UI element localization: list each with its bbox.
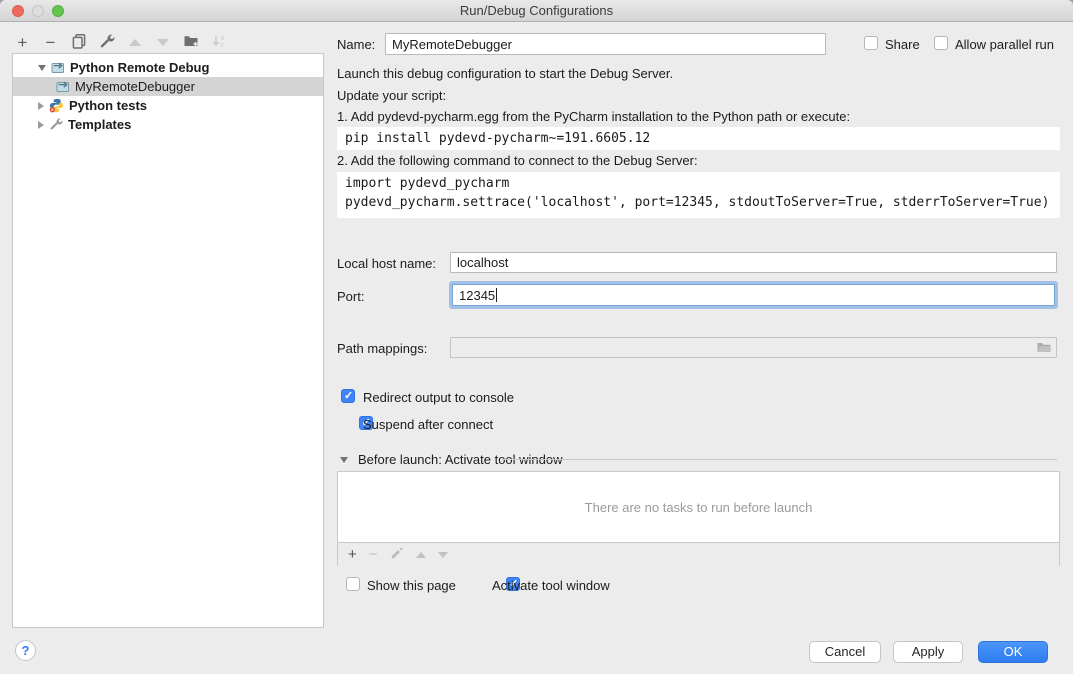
cancel-button[interactable]: Cancel — [809, 641, 881, 663]
share-label: Share — [885, 37, 920, 52]
no-tasks-message: There are no tasks to run before launch — [338, 472, 1059, 542]
port-label: Port: — [337, 289, 364, 304]
window-title: Run/Debug Configurations — [0, 3, 1073, 18]
collapsed-arrow-icon[interactable] — [38, 102, 44, 110]
minus-icon: − — [46, 34, 56, 51]
collapsed-arrow-icon[interactable] — [38, 121, 44, 129]
move-up-button — [126, 34, 143, 51]
share-checkbox[interactable] — [864, 36, 878, 50]
svg-text:a: a — [220, 34, 224, 41]
question-mark-icon: ? — [22, 643, 30, 658]
tree-item-python-remote-debug[interactable]: Python Remote Debug — [13, 58, 323, 77]
tree-item-templates[interactable]: Templates — [13, 115, 323, 134]
add-task-button[interactable]: + — [348, 547, 357, 562]
ok-button[interactable]: OK — [978, 641, 1048, 663]
minus-icon: − — [369, 546, 378, 563]
text-caret — [496, 288, 497, 302]
activate-tool-window-label: Activate tool window — [492, 578, 610, 593]
down-arrow-icon — [157, 39, 169, 46]
tasks-toolbar: + − — [338, 542, 1059, 566]
pencil-icon — [390, 548, 404, 563]
add-configuration-button[interactable]: + — [14, 34, 31, 51]
instruction-step-1: 1. Add pydevd-pycharm.egg from the PyCha… — [337, 109, 850, 124]
redirect-output-label: Redirect output to console — [363, 390, 514, 405]
tree-item-label: MyRemoteDebugger — [75, 79, 195, 94]
apply-button[interactable]: Apply — [893, 641, 963, 663]
move-task-down-icon — [438, 552, 448, 558]
path-mappings-input[interactable] — [450, 337, 1057, 358]
copy-configuration-button[interactable] — [70, 34, 87, 51]
name-input[interactable] — [385, 33, 826, 55]
settrace-code-snippet[interactable]: import pydevd_pycharm pydevd_pycharm.set… — [337, 172, 1060, 218]
allow-parallel-run-label: Allow parallel run — [955, 37, 1054, 52]
templates-wrench-icon — [49, 117, 63, 132]
tree-item-label: Python tests — [69, 98, 147, 113]
copy-icon — [71, 33, 87, 52]
remote-debug-config-icon — [51, 60, 65, 75]
allow-parallel-run-checkbox[interactable] — [934, 36, 948, 50]
before-launch-collapse-arrow-icon[interactable] — [340, 457, 348, 463]
remove-task-button: − — [369, 547, 378, 562]
sort-az-icon: az — [211, 33, 227, 52]
configurations-tree: Python Remote Debug MyRemoteDebugger Pyt… — [12, 53, 324, 628]
instruction-line-2: Update your script: — [337, 88, 446, 103]
show-this-page-label: Show this page — [367, 578, 456, 593]
up-arrow-icon — [129, 39, 141, 46]
new-folder-button[interactable] — [182, 34, 199, 51]
tree-item-myremotedebugger[interactable]: MyRemoteDebugger — [13, 77, 323, 96]
browse-folder-icon[interactable] — [1036, 340, 1052, 358]
remote-debug-config-icon — [56, 79, 70, 94]
help-button[interactable]: ? — [15, 640, 36, 661]
edit-templates-button[interactable] — [98, 34, 115, 51]
edit-task-button — [390, 546, 404, 563]
local-host-name-input[interactable] — [450, 252, 1057, 273]
redirect-output-checkbox[interactable] — [341, 389, 355, 403]
move-task-up-icon — [416, 552, 426, 558]
wrench-icon — [99, 33, 115, 52]
instruction-step-2: 2. Add the following command to connect … — [337, 153, 698, 168]
pip-install-command[interactable]: pip install pydevd-pycharm~=191.6605.12 — [337, 127, 1060, 150]
run-debug-configurations-dialog: Run/Debug Configurations + − az Python R… — [0, 0, 1073, 674]
plus-icon: + — [18, 34, 28, 51]
local-host-name-label: Local host name: — [337, 256, 436, 271]
sort-configurations-button: az — [210, 34, 227, 51]
title-bar: Run/Debug Configurations — [0, 0, 1073, 22]
plus-icon: + — [348, 546, 357, 563]
configurations-toolbar: + − az — [14, 33, 227, 51]
instruction-line-1: Launch this debug configuration to start… — [337, 66, 673, 81]
move-down-button — [154, 34, 171, 51]
before-launch-separator — [502, 459, 1057, 460]
remove-configuration-button[interactable]: − — [42, 34, 59, 51]
svg-text:z: z — [220, 41, 223, 48]
before-launch-tasks-panel: There are no tasks to run before launch … — [337, 471, 1060, 566]
tree-item-label: Templates — [68, 117, 131, 132]
expanded-arrow-icon[interactable] — [38, 65, 46, 71]
path-mappings-label: Path mappings: — [337, 341, 427, 356]
show-this-page-checkbox[interactable] — [346, 577, 360, 591]
tree-item-label: Python Remote Debug — [70, 60, 209, 75]
name-label: Name: — [337, 37, 375, 52]
python-tests-icon — [49, 98, 64, 114]
suspend-after-connect-label: Suspend after connect — [363, 417, 493, 432]
port-input[interactable] — [452, 284, 1055, 306]
tree-item-python-tests[interactable]: Python tests — [13, 96, 323, 115]
new-folder-icon — [183, 33, 199, 52]
